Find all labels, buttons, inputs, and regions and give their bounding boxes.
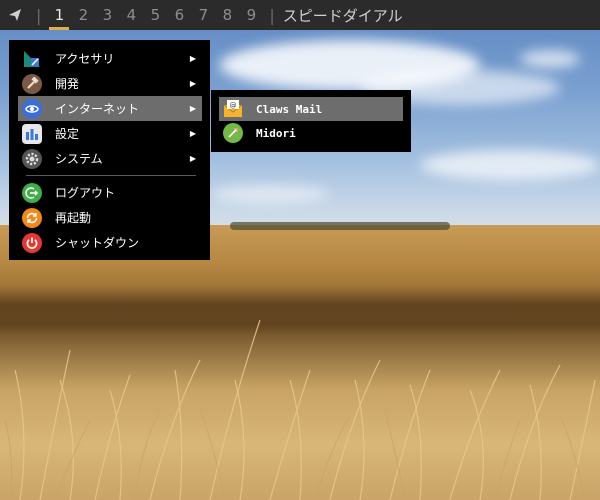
paper-plane-icon: [9, 9, 21, 21]
top-panel: | 123456789 | スピードダイアル: [0, 0, 600, 30]
menu-item-system[interactable]: システム ▶: [18, 146, 202, 171]
midori-browser-icon: [223, 123, 243, 143]
internet-globe-icon: [22, 98, 42, 119]
workspace-button-4[interactable]: 4: [119, 0, 143, 30]
hammer-icon: [22, 73, 42, 94]
submenu-arrow-icon: ▶: [189, 154, 196, 163]
menu-item-logout[interactable]: ログアウト: [18, 180, 202, 205]
menu-item-internet[interactable]: インターネット ▶: [18, 96, 202, 121]
menu-item-label: Midori: [256, 126, 296, 140]
restart-icon: [22, 207, 42, 228]
workspace-button-7[interactable]: 7: [191, 0, 215, 30]
menu-item-label: システム: [55, 152, 103, 166]
menu-item-shutdown[interactable]: シャットダウン: [18, 230, 202, 255]
workspace-button-9[interactable]: 9: [239, 0, 263, 30]
menu-item-midori[interactable]: Midori: [219, 121, 403, 145]
menu-item-label: ログアウト: [55, 186, 116, 200]
settings-icon: [22, 123, 42, 144]
window-title: スピードダイアル: [282, 6, 403, 25]
menu-item-accessories[interactable]: アクセサリ ▶: [18, 46, 202, 71]
menu-item-label: 開発: [55, 77, 80, 91]
menu-item-restart[interactable]: 再起動: [18, 205, 202, 230]
menu-item-label: シャットダウン: [55, 236, 140, 250]
accessories-icon: [22, 49, 42, 69]
panel-separator: |: [36, 5, 42, 25]
menu-item-development[interactable]: 開発 ▶: [18, 71, 202, 96]
menu-item-claws-mail[interactable]: @ Claws Mail: [219, 97, 403, 121]
application-menu: アクセサリ ▶ 開発 ▶ インターネット ▶ 設定 ▶ システム ▶ ログアウト…: [9, 40, 210, 260]
menu-separator: [26, 175, 196, 176]
shutdown-icon: [22, 232, 42, 253]
workspace-button-6[interactable]: 6: [167, 0, 191, 30]
panel-separator: |: [269, 5, 275, 25]
workspace-button-5[interactable]: 5: [143, 0, 167, 30]
menu-item-label: 再起動: [55, 211, 92, 225]
menu-item-settings[interactable]: 設定 ▶: [18, 121, 202, 146]
system-gear-icon: [22, 148, 42, 169]
submenu-arrow-icon: ▶: [189, 104, 196, 113]
submenu-arrow-icon: ▶: [189, 79, 196, 88]
internet-submenu: @ Claws Mail Midori: [211, 90, 411, 152]
mail-icon: @: [223, 99, 243, 119]
submenu-arrow-icon: ▶: [189, 54, 196, 63]
submenu-arrow-icon: ▶: [189, 129, 196, 138]
workspace-switcher: 123456789: [47, 0, 263, 30]
workspace-button-1[interactable]: 1: [47, 0, 71, 30]
menu-item-label: Claws Mail: [256, 102, 323, 116]
workspace-button-3[interactable]: 3: [95, 0, 119, 30]
workspace-button-2[interactable]: 2: [71, 0, 95, 30]
menu-item-label: インターネット: [55, 102, 140, 116]
workspace-button-8[interactable]: 8: [215, 0, 239, 30]
svg-text:@: @: [230, 102, 237, 110]
logout-icon: [22, 182, 42, 203]
launcher-button[interactable]: [0, 0, 30, 30]
menu-item-label: アクセサリ: [55, 52, 115, 66]
menu-item-label: 設定: [55, 127, 80, 141]
